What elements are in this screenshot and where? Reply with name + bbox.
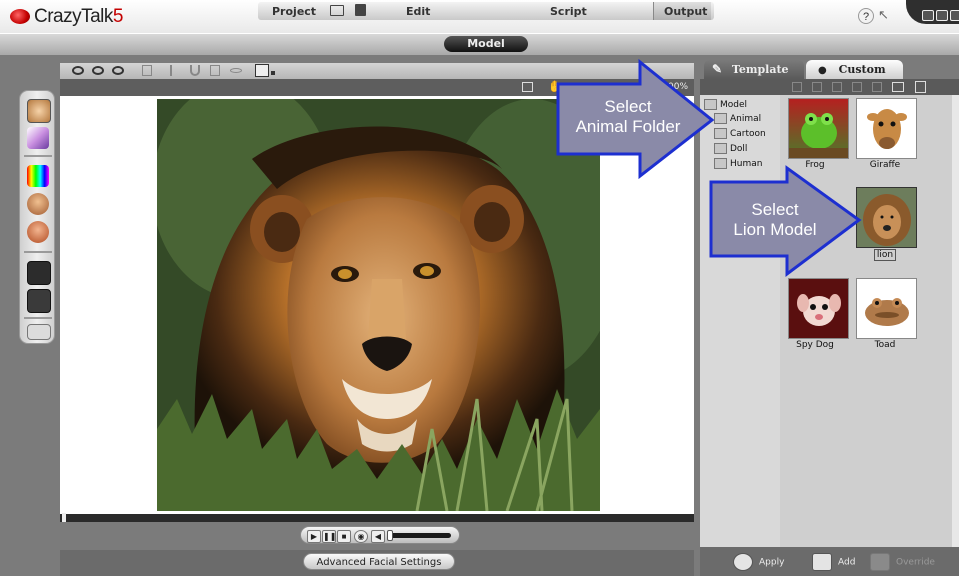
undo-redo-icon[interactable] <box>27 324 51 340</box>
override-button: Override <box>870 553 935 571</box>
lion-label-text: lion <box>873 249 897 261</box>
display-mode-icon[interactable] <box>255 64 269 77</box>
face-profile-icon[interactable] <box>27 221 49 243</box>
frog-image <box>789 113 848 158</box>
template-thumb-giraffe[interactable] <box>856 98 917 159</box>
left-toolbar <box>19 90 55 344</box>
template-thumb-frog[interactable] <box>788 98 849 159</box>
cursor-icon[interactable]: ↖ <box>878 7 900 25</box>
face-orientation-icon[interactable] <box>27 193 49 215</box>
callout-lion-line1: Select <box>751 200 799 219</box>
close-icon[interactable] <box>950 10 959 21</box>
save-icon[interactable] <box>355 4 366 16</box>
template-thumb-toad[interactable] <box>856 278 917 339</box>
mode-output[interactable]: Output <box>664 5 707 18</box>
stop-icon[interactable]: ■ <box>337 530 351 543</box>
tree-item-animal[interactable]: Animal <box>714 113 761 124</box>
mode-script[interactable]: Script <box>550 5 587 18</box>
tree-item-label: Animal <box>730 114 762 124</box>
tree-item-cartoon[interactable]: Cartoon <box>714 128 766 139</box>
override-icon <box>870 553 890 571</box>
app-version: 5 <box>112 6 124 27</box>
play-icon[interactable]: ▶ <box>307 530 321 543</box>
mode-project[interactable]: Project <box>272 5 316 18</box>
dropdown-arrow-icon[interactable] <box>271 71 275 75</box>
copy-icon <box>832 82 842 92</box>
callout-lion-text: Select Lion Model <box>715 200 835 240</box>
add-button[interactable]: Add <box>812 553 855 571</box>
help-icon[interactable]: ? <box>858 8 874 24</box>
add-label: Add <box>838 557 856 568</box>
minimize-icon[interactable] <box>922 10 934 21</box>
eye-icon[interactable] <box>92 66 104 75</box>
import-icon <box>812 82 822 92</box>
override-label: Override <box>896 557 935 568</box>
template-thumb-spy-dog[interactable] <box>788 278 849 339</box>
advanced-facial-settings-button[interactable]: Advanced Facial Settings <box>303 553 455 570</box>
output-tab[interactable]: Output <box>653 2 711 20</box>
callout-animal-line1: Select <box>604 97 652 116</box>
loop-icon[interactable]: ◉ <box>354 530 368 543</box>
tree-item-label: Cartoon <box>730 129 766 139</box>
toolbar-divider <box>24 317 52 319</box>
tab-custom-label: Custom <box>838 63 886 76</box>
disabled-tool-icon <box>142 65 152 76</box>
toad-image <box>865 298 909 326</box>
spy-dog-image <box>789 279 848 338</box>
maximize-icon[interactable] <box>936 10 948 21</box>
template-label-toad: Toad <box>874 340 896 350</box>
face-fitting-icon[interactable] <box>27 99 51 123</box>
volume-slider[interactable] <box>389 533 451 538</box>
fit-view-icon[interactable] <box>522 82 533 92</box>
add-icon <box>812 553 832 571</box>
mouth-eye-icon[interactable] <box>27 127 49 149</box>
timeline-track[interactable] <box>60 514 694 522</box>
delete-icon <box>872 82 882 92</box>
new-folder-icon <box>792 82 802 92</box>
template-label-spy-dog: Spy Dog <box>796 340 834 350</box>
mode-model[interactable]: Model <box>444 36 528 52</box>
apply-label: Apply <box>759 557 785 568</box>
panel-scrollbar[interactable] <box>952 95 959 547</box>
tab-custom[interactable]: ● Custom <box>806 60 903 79</box>
mode-strip: Project Edit Script Output <box>258 2 714 20</box>
callout-animal-text: Select Animal Folder <box>563 97 693 137</box>
info-icon[interactable] <box>915 81 926 93</box>
eye-icon[interactable] <box>112 66 124 75</box>
tree-item-label: Doll <box>730 144 748 154</box>
view-mode-icon[interactable] <box>892 82 904 92</box>
eye-icon[interactable] <box>72 66 84 75</box>
callout-lion-line2: Lion Model <box>733 220 817 239</box>
lens-icon <box>230 68 242 73</box>
page-icon <box>210 65 220 76</box>
open-folder-icon[interactable] <box>330 5 344 16</box>
tab-template-label: Template <box>731 63 789 76</box>
window-controls: ? ↖ <box>848 0 959 33</box>
app-name: CrazyTalk <box>34 6 113 27</box>
mode-edit[interactable]: Edit <box>406 5 430 18</box>
pause-icon[interactable]: ❚❚ <box>322 530 336 543</box>
toolbar-divider <box>24 251 52 253</box>
volume-icon[interactable]: ◀ <box>371 530 385 543</box>
background-mask-icon[interactable] <box>27 261 51 285</box>
giraffe-image <box>867 109 907 149</box>
magnet-icon <box>190 65 200 76</box>
crazytalk-logo-icon <box>10 9 30 24</box>
profile-silhouette-icon[interactable] <box>27 289 51 313</box>
panel-toolbar <box>700 79 959 95</box>
paste-icon <box>852 82 862 92</box>
apply-button[interactable]: Apply <box>733 553 784 571</box>
lion-photo <box>157 99 600 511</box>
custom-icon: ● <box>818 65 827 76</box>
color-adjust-icon[interactable] <box>27 165 49 187</box>
volume-slider-knob[interactable] <box>387 530 393 541</box>
tree-root-label: Model <box>720 100 748 110</box>
apply-icon <box>733 553 753 571</box>
playback-controls: ▶ ❚❚ ■ ◉ ◀ <box>300 526 460 544</box>
select-icon <box>170 65 178 76</box>
app-title: CrazyTalk5 <box>34 6 123 28</box>
lion-photo-image <box>157 99 600 511</box>
toolbar-divider <box>24 155 52 157</box>
callout-animal-line2: Animal Folder <box>575 117 681 136</box>
